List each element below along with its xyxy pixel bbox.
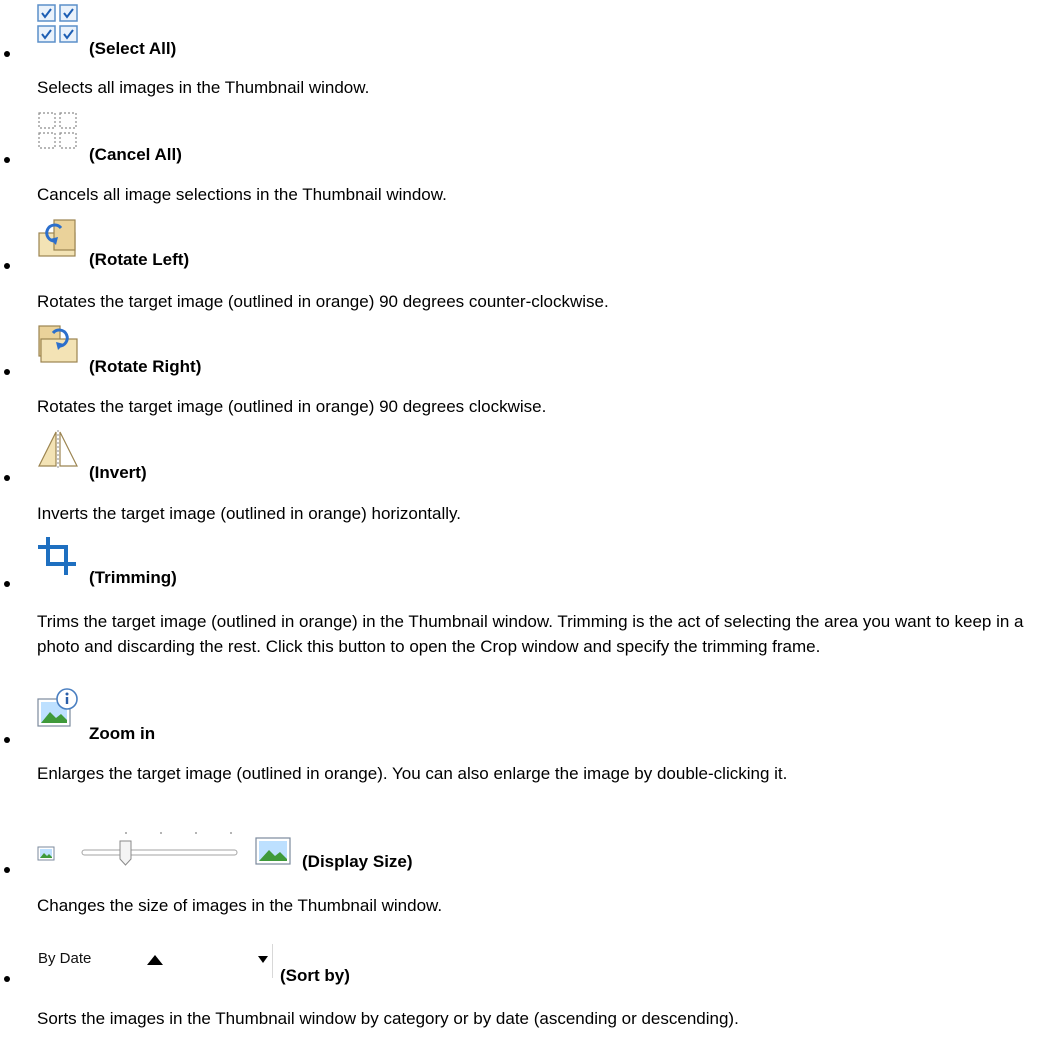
item-label: (Rotate Right) bbox=[89, 357, 202, 376]
item-label: (Sort by) bbox=[280, 966, 350, 985]
select-all-icon[interactable] bbox=[36, 3, 80, 45]
cancel-all-icon[interactable] bbox=[36, 110, 80, 152]
bullet bbox=[4, 581, 10, 587]
item-description: Changes the size of images in the Thumbn… bbox=[37, 896, 443, 915]
item-label: (Cancel All) bbox=[89, 145, 182, 164]
sort-by-value: By Date bbox=[38, 950, 92, 967]
invert-icon[interactable] bbox=[36, 428, 80, 470]
rotate-left-icon[interactable] bbox=[36, 217, 80, 259]
bullet bbox=[4, 867, 10, 873]
bullet bbox=[4, 157, 10, 163]
dropdown-border bbox=[272, 944, 273, 978]
item-label: (Select All) bbox=[89, 39, 177, 58]
item-description: Selects all images in the Thumbnail wind… bbox=[37, 78, 370, 97]
small-image-icon bbox=[37, 846, 55, 861]
item-label: (Display Size) bbox=[302, 852, 413, 871]
item-label: (Invert) bbox=[89, 463, 147, 482]
sort-by-dropdown[interactable]: By Date bbox=[36, 944, 273, 978]
slider-track[interactable] bbox=[81, 849, 238, 856]
display-size-slider[interactable] bbox=[36, 820, 296, 870]
bullet bbox=[4, 369, 10, 375]
item-description: Rotates the target image (outlined in or… bbox=[37, 397, 547, 416]
large-image-icon bbox=[255, 837, 291, 865]
zoom-in-icon[interactable] bbox=[36, 687, 80, 731]
bullet bbox=[4, 263, 10, 269]
item-description: Sorts the images in the Thumbnail window… bbox=[37, 1009, 739, 1028]
bullet bbox=[4, 737, 10, 743]
slider-ticks bbox=[125, 832, 232, 834]
ascending-arrow-icon bbox=[147, 955, 163, 965]
bullet bbox=[4, 475, 10, 481]
item-description: Rotates the target image (outlined in or… bbox=[37, 292, 609, 311]
item-description: Enlarges the target image (outlined in o… bbox=[37, 764, 788, 783]
item-description: Cancels all image selections in the Thum… bbox=[37, 185, 447, 204]
chevron-down-icon[interactable] bbox=[257, 955, 269, 964]
item-label: Zoom in bbox=[89, 724, 156, 743]
bullet bbox=[4, 51, 10, 57]
item-description: Inverts the target image (outlined in or… bbox=[37, 504, 461, 523]
item-description: Trims the target image (outlined in oran… bbox=[37, 612, 1024, 656]
rotate-right-icon[interactable] bbox=[36, 323, 80, 365]
slider-thumb[interactable] bbox=[119, 840, 132, 866]
bullet bbox=[4, 976, 10, 982]
item-label: (Trimming) bbox=[89, 568, 177, 587]
trimming-icon[interactable] bbox=[36, 535, 80, 577]
item-label: (Rotate Left) bbox=[89, 250, 190, 269]
